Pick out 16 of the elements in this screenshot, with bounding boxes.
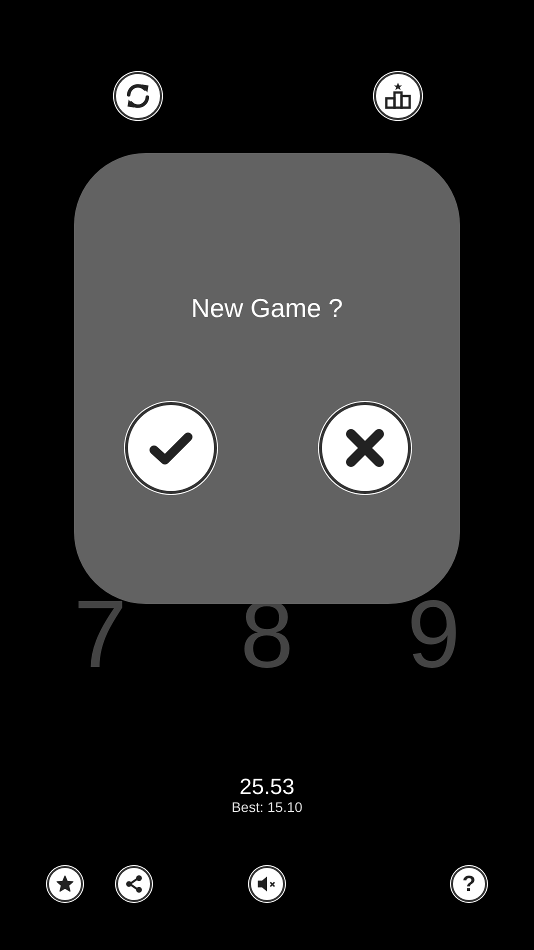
share-icon xyxy=(124,874,144,894)
close-icon xyxy=(345,428,385,468)
leaderboard-button[interactable] xyxy=(374,72,422,120)
star-icon xyxy=(56,875,74,893)
best-time: Best: 15.10 xyxy=(232,799,302,815)
dialog-title: New Game ? xyxy=(191,293,343,324)
share-button[interactable] xyxy=(116,866,152,902)
podium-icon xyxy=(384,82,412,110)
restart-button[interactable] xyxy=(114,72,162,120)
rate-button[interactable] xyxy=(47,866,83,902)
refresh-icon xyxy=(124,82,152,110)
checkmark-icon xyxy=(148,430,194,466)
help-button[interactable]: ? xyxy=(451,866,487,902)
elapsed-time: 25.53 xyxy=(239,775,295,799)
mute-icon xyxy=(256,874,278,894)
sound-button[interactable] xyxy=(249,866,285,902)
